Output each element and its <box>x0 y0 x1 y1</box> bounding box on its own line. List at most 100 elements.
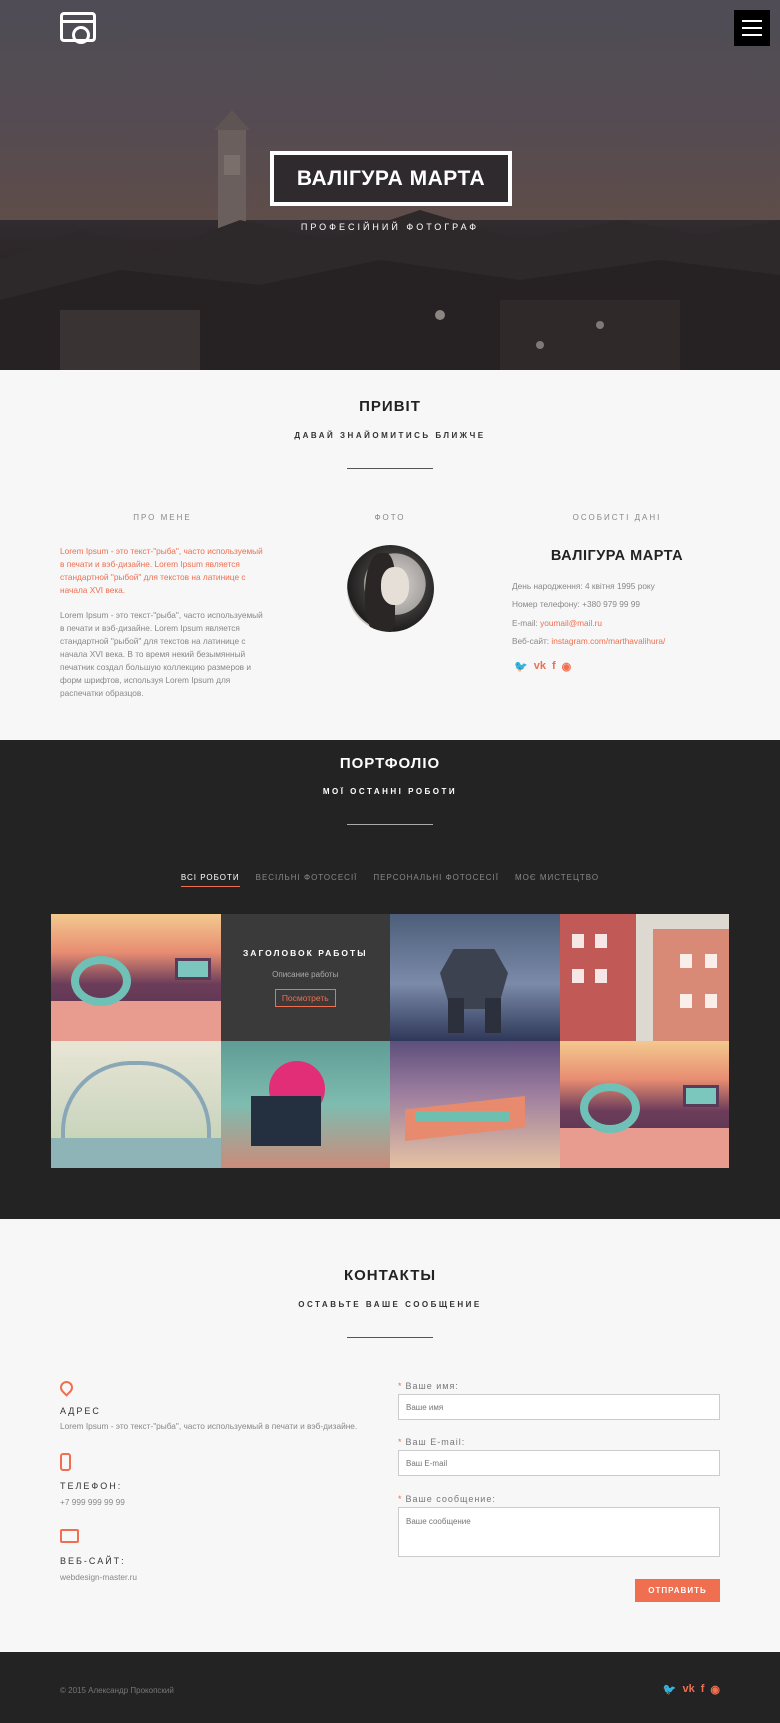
about-text-highlight: Lorem Ipsum - это текст-"рыба", часто ис… <box>60 546 263 595</box>
portfolio-item-car-dashboard[interactable] <box>51 914 221 1041</box>
tile-art <box>71 956 131 1006</box>
tile-art <box>704 954 717 968</box>
filter-wedding[interactable]: ВЕСІЛЬНІ ФОТОСЕСІЇ <box>256 873 358 887</box>
tile-art <box>683 1085 719 1107</box>
phone-icon <box>60 1453 71 1471</box>
birth-date: День народження: 4 квітня 1995 року <box>512 581 655 591</box>
email-field-label-text: Ваш E-mail: <box>405 1437 466 1447</box>
tile-art <box>679 954 692 968</box>
contacts-title: КОНТАКТЫ <box>343 1267 437 1284</box>
site-label: ВЕБ-САЙТ: <box>60 1556 126 1566</box>
tile-art <box>415 1111 510 1121</box>
portfolio-item-pink-sun[interactable] <box>220 1041 390 1168</box>
work-title: ЗАГОЛОВОК РАБОТЫ <box>242 948 368 958</box>
hero-section: ВАЛІГУРА МАРТА ПРОФЕСІЙНИЙ ФОТОГРАФ <box>0 0 780 370</box>
person-name: ВАЛІГУРА МАРТА <box>550 548 684 564</box>
phone-label: ТЕЛЕФОН: <box>60 1481 123 1491</box>
facebook-icon[interactable]: f <box>552 660 556 673</box>
divider <box>347 468 433 469</box>
address-label: АДРЕС <box>60 1406 101 1416</box>
browser-icon <box>60 1529 79 1543</box>
portfolio-title: ПОРТФОЛІО <box>339 755 441 772</box>
about-subtitle: ДАВАЙ ЗНАЙОМИТИСЬ БЛИЖЧЕ <box>294 431 486 440</box>
contacts-section: КОНТАКТЫ ОСТАВЬТЕ ВАШЕ СООБЩЕНИЕ АДРЕС L… <box>0 1219 780 1652</box>
tile-art <box>448 998 464 1033</box>
portfolio-item-car-dashboard-2[interactable] <box>559 1041 729 1168</box>
portfolio-item-hover[interactable]: ЗАГОЛОВОК РАБОТЫ Описание работы Посмотр… <box>220 914 390 1041</box>
name-field-label-text: Ваше имя: <box>405 1381 459 1391</box>
work-description: Описание работы <box>272 970 339 979</box>
personal-info: День народження: 4 квітня 1995 року Номе… <box>512 577 665 650</box>
about-title: ПРИВІТ <box>359 398 421 415</box>
filter-all[interactable]: ВСІ РОБОТИ <box>180 873 240 887</box>
personal-col-label: ОСОБИСТІ ДАНІ <box>572 513 662 522</box>
hero-background-city-image <box>0 110 780 370</box>
camera-icon[interactable] <box>60 12 96 44</box>
email-field-label: * Ваш E-mail: <box>398 1437 466 1447</box>
portfolio-filters: ВСІ РОБОТИ ВЕСІЛЬНІ ФОТОСЕСІЇ ПЕРСОНАЛЬН… <box>0 873 780 887</box>
portfolio-item-robot[interactable] <box>390 914 560 1041</box>
map-pin-icon <box>57 1378 76 1397</box>
github-icon[interactable]: ◉ <box>710 1683 720 1696</box>
divider <box>347 824 433 825</box>
view-work-button[interactable]: Посмотреть <box>274 989 336 1007</box>
filter-art[interactable]: МОЄ МИСТЕЦТВО <box>515 873 599 887</box>
hero-title: ВАЛІГУРА МАРТА <box>270 151 512 206</box>
email-label: E-mail: <box>512 617 541 628</box>
message-field-label-text: Ваше сообщение: <box>405 1494 496 1504</box>
portfolio-grid: ЗАГОЛОВОК РАБОТЫ Описание работы Посмотр… <box>51 914 729 1168</box>
email-link[interactable]: youmail@mail.ru <box>540 618 602 628</box>
portfolio-item-desert-building[interactable] <box>390 1041 560 1168</box>
social-links: 🐦 vk f ◉ <box>514 660 571 673</box>
tile-art <box>704 994 717 1008</box>
vk-icon[interactable]: vk <box>682 1683 694 1696</box>
name-input[interactable] <box>398 1394 720 1420</box>
site-link[interactable]: webdesign-master.ru <box>60 1572 137 1582</box>
email-row: E-mail: youmail@mail.ru <box>512 614 665 632</box>
address-value: Lorem Ipsum - это текст-"рыба", часто ис… <box>60 1421 358 1431</box>
filter-personal[interactable]: ПЕРСОНАЛЬНІ ФОТОСЕСІЇ <box>373 873 499 887</box>
tile-art <box>51 1001 221 1041</box>
message-field-label: * Ваше сообщение: <box>398 1494 496 1504</box>
portfolio-item-stadium[interactable] <box>51 1041 221 1168</box>
site-row: Веб-сайт: instagram.com/marthavalihura/ <box>512 632 665 650</box>
twitter-icon[interactable]: 🐦 <box>514 660 528 673</box>
divider <box>347 1337 433 1338</box>
twitter-icon[interactable]: 🐦 <box>663 1683 677 1696</box>
tile-art <box>174 958 211 980</box>
photo-col-label: ФОТО <box>374 513 406 522</box>
tile-art <box>579 1083 640 1133</box>
about-col-label: ПРО МЕНЕ <box>133 513 192 522</box>
send-button[interactable]: ОТПРАВИТЬ <box>635 1579 720 1602</box>
hamburger-menu-icon[interactable] <box>734 10 770 46</box>
vk-icon[interactable]: vk <box>534 660 546 673</box>
email-input[interactable] <box>398 1450 720 1476</box>
tile-art <box>594 969 607 983</box>
tile-art <box>571 934 584 948</box>
tile-art <box>51 1138 221 1168</box>
phone-number: Номер телефону: +380 979 99 99 <box>512 599 641 610</box>
tile-art <box>652 929 729 1041</box>
name-field-label: * Ваше имя: <box>398 1381 459 1391</box>
avatar <box>347 545 434 632</box>
github-icon[interactable]: ◉ <box>562 660 572 673</box>
tile-art <box>250 1096 321 1146</box>
hero-subtitle: ПРОФЕСІЙНИЙ ФОТОГРАФ <box>300 222 480 232</box>
about-text-body: Lorem Ipsum - это текст-"рыба", часто ис… <box>60 610 263 698</box>
footer-social-links: 🐦 vk f ◉ <box>663 1683 720 1696</box>
tile-art <box>571 969 584 983</box>
portfolio-item-houses[interactable] <box>559 914 729 1041</box>
tile-art <box>559 1128 729 1168</box>
about-section: ПРИВІТ ДАВАЙ ЗНАЙОМИТИСЬ БЛИЖЧЕ ПРО МЕНЕ… <box>0 370 780 740</box>
tile-art <box>679 994 692 1008</box>
tile-art <box>594 934 607 948</box>
copyright: © 2015 Александр Прокопский <box>60 1686 174 1695</box>
site-link[interactable]: instagram.com/marthavalihura/ <box>551 636 665 646</box>
tile-art <box>61 1061 211 1141</box>
facebook-icon[interactable]: f <box>701 1683 705 1696</box>
tile-art <box>485 998 501 1033</box>
portfolio-subtitle: МОЇ ОСТАННІ РОБОТИ <box>322 787 458 796</box>
message-textarea[interactable] <box>398 1507 720 1557</box>
portfolio-section: ПОРТФОЛІО МОЇ ОСТАННІ РОБОТИ ВСІ РОБОТИ … <box>0 740 780 1219</box>
contacts-subtitle: ОСТАВЬТЕ ВАШЕ СООБЩЕНИЕ <box>298 1300 482 1309</box>
